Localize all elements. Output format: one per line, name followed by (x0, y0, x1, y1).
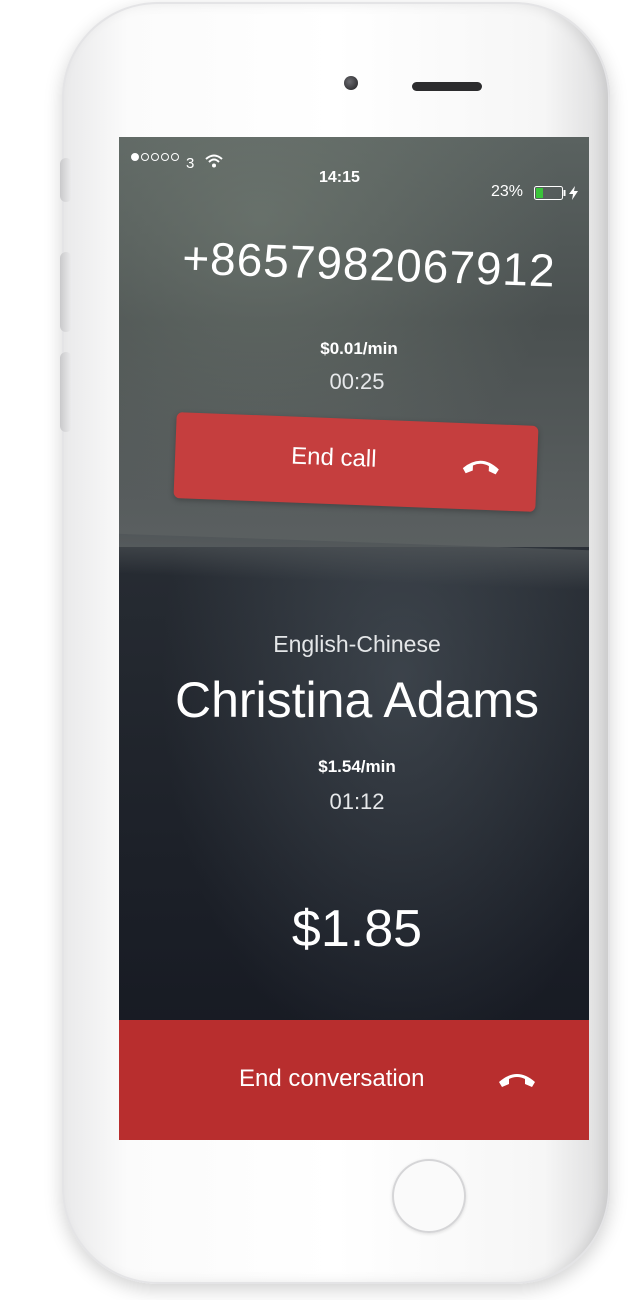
earpiece (412, 82, 482, 91)
mute-switch (60, 158, 72, 202)
charging-bolt-icon (569, 186, 578, 200)
volume-down-button (60, 352, 72, 432)
end-call-button[interactable]: End call (173, 412, 539, 512)
end-call-label: End call (290, 442, 378, 473)
end-conversation-button[interactable]: End conversation (119, 1020, 589, 1140)
end-conversation-label: End conversation (239, 1065, 425, 1092)
interpreter-name: Christina Adams (174, 672, 540, 728)
carrier-name: 3 (186, 155, 195, 172)
front-camera-icon (344, 76, 358, 90)
status-time: 14:15 (319, 169, 360, 186)
battery-icon (534, 186, 566, 200)
home-button[interactable] (392, 1159, 466, 1233)
language-pair: English-Chinese (273, 631, 441, 657)
conversation-duration: 01:12 (329, 789, 385, 814)
hang-up-icon (499, 1074, 535, 1087)
volume-up-button (60, 252, 72, 332)
status-bar: 3 14:15 23% (119, 137, 589, 200)
wifi-icon (205, 154, 223, 168)
battery-percentage: 23% (491, 183, 524, 200)
interpreter-rate: $1.54/min (318, 757, 396, 776)
hang-up-icon (462, 460, 499, 475)
call-rate: $0.01/min (320, 339, 398, 358)
screen: 3 14:15 23% +8657982067912 $0.01/min 00:… (119, 137, 589, 1140)
call-duration: 00:25 (329, 369, 385, 394)
total-cost: $1.85 (291, 900, 423, 958)
signal-strength-icon (131, 153, 179, 161)
